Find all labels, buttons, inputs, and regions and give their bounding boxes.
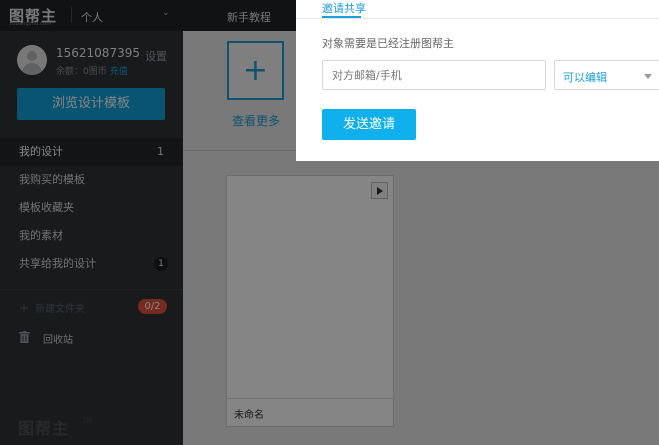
- card-footer: 未命名: [227, 398, 393, 426]
- chevron-down-icon[interactable]: ⌄: [162, 8, 170, 18]
- account-switcher-label[interactable]: 个人: [81, 9, 103, 25]
- recharge-link[interactable]: 充值: [110, 67, 128, 77]
- sidebar-divider: [0, 289, 183, 290]
- card-title[interactable]: 未命名: [234, 406, 264, 421]
- play-icon: [377, 187, 383, 195]
- invitee-input[interactable]: [322, 60, 546, 90]
- sidebar-item-label: 共享给我的设计: [19, 257, 96, 270]
- shared-count-badge: 1: [154, 257, 168, 271]
- sidebar-item-trash[interactable]: 回收站: [43, 331, 73, 346]
- trash-icon[interactable]: [19, 331, 30, 343]
- sidebar-item-label: 模板收藏夹: [19, 201, 74, 214]
- avatar-head: [27, 51, 37, 61]
- share-dialog: 邀请共享 对象需要是已经注册图帮主 可以编辑 发送邀请: [296, 0, 659, 161]
- caret-down-icon: [644, 74, 652, 79]
- settings-link[interactable]: 设置: [145, 48, 167, 64]
- balance-text: 余额：0图币 充值: [56, 64, 128, 77]
- card-menu-button[interactable]: [371, 182, 388, 199]
- sidebar-item-label: 我的设计: [19, 145, 63, 158]
- send-invite-button[interactable]: 发送邀请: [322, 109, 416, 140]
- sidebar-item-count: 1: [157, 145, 164, 158]
- sidebar-item-template-favorites[interactable]: 模板收藏夹: [0, 194, 183, 222]
- see-more-link[interactable]: 查看更多: [232, 112, 280, 129]
- footer-logo: 图帮主: [18, 419, 70, 438]
- sidebar-nav: 我的设计 1 我购买的模板 模板收藏夹 我的素材 共享给我的设计 1: [0, 138, 183, 278]
- plus-icon: +: [242, 53, 269, 88]
- tab-tutorial[interactable]: 新手教程: [227, 9, 271, 25]
- folder-quota-badge: 0/2: [138, 299, 167, 314]
- sidebar: 图帮主 tubangzhu.com 个人 ⌄ 15621087395 设置 余额…: [0, 0, 183, 445]
- browse-templates-button[interactable]: 浏览设计模板: [17, 88, 165, 120]
- new-folder-label: 新建文件夹: [35, 304, 86, 315]
- sidebar-item-my-assets[interactable]: 我的素材: [0, 222, 183, 250]
- permission-selected-value: 可以编辑: [563, 71, 607, 84]
- avatar-body: [22, 63, 42, 75]
- plus-icon: +: [19, 301, 30, 315]
- sidebar-item-label: 我购买的模板: [19, 173, 85, 186]
- invite-hint: 对象需要是已经注册图帮主: [322, 37, 454, 50]
- user-phone: 15621087395: [56, 46, 140, 60]
- header-divider: [71, 7, 72, 23]
- sidebar-item-shared-with-me[interactable]: 共享给我的设计 1: [0, 250, 183, 278]
- sidebar-item-purchased-templates[interactable]: 我购买的模板: [0, 166, 183, 194]
- permission-select[interactable]: 可以编辑: [554, 60, 659, 90]
- design-card[interactable]: 未命名: [226, 175, 394, 427]
- create-design-button[interactable]: +: [227, 41, 284, 100]
- sidebar-item-label: 我的素材: [19, 229, 63, 242]
- tab-divider: [296, 18, 659, 19]
- new-folder-button[interactable]: + 新建文件夹: [19, 300, 85, 315]
- avatar[interactable]: [17, 45, 47, 75]
- brand-domain: tubangzhu.com: [10, 21, 52, 27]
- balance-label: 余额：0图币: [56, 67, 107, 77]
- footer-trademark: TM: [83, 418, 92, 425]
- sidebar-header: 图帮主 tubangzhu.com 个人 ⌄: [0, 0, 183, 31]
- sidebar-item-my-designs[interactable]: 我的设计 1: [0, 138, 183, 166]
